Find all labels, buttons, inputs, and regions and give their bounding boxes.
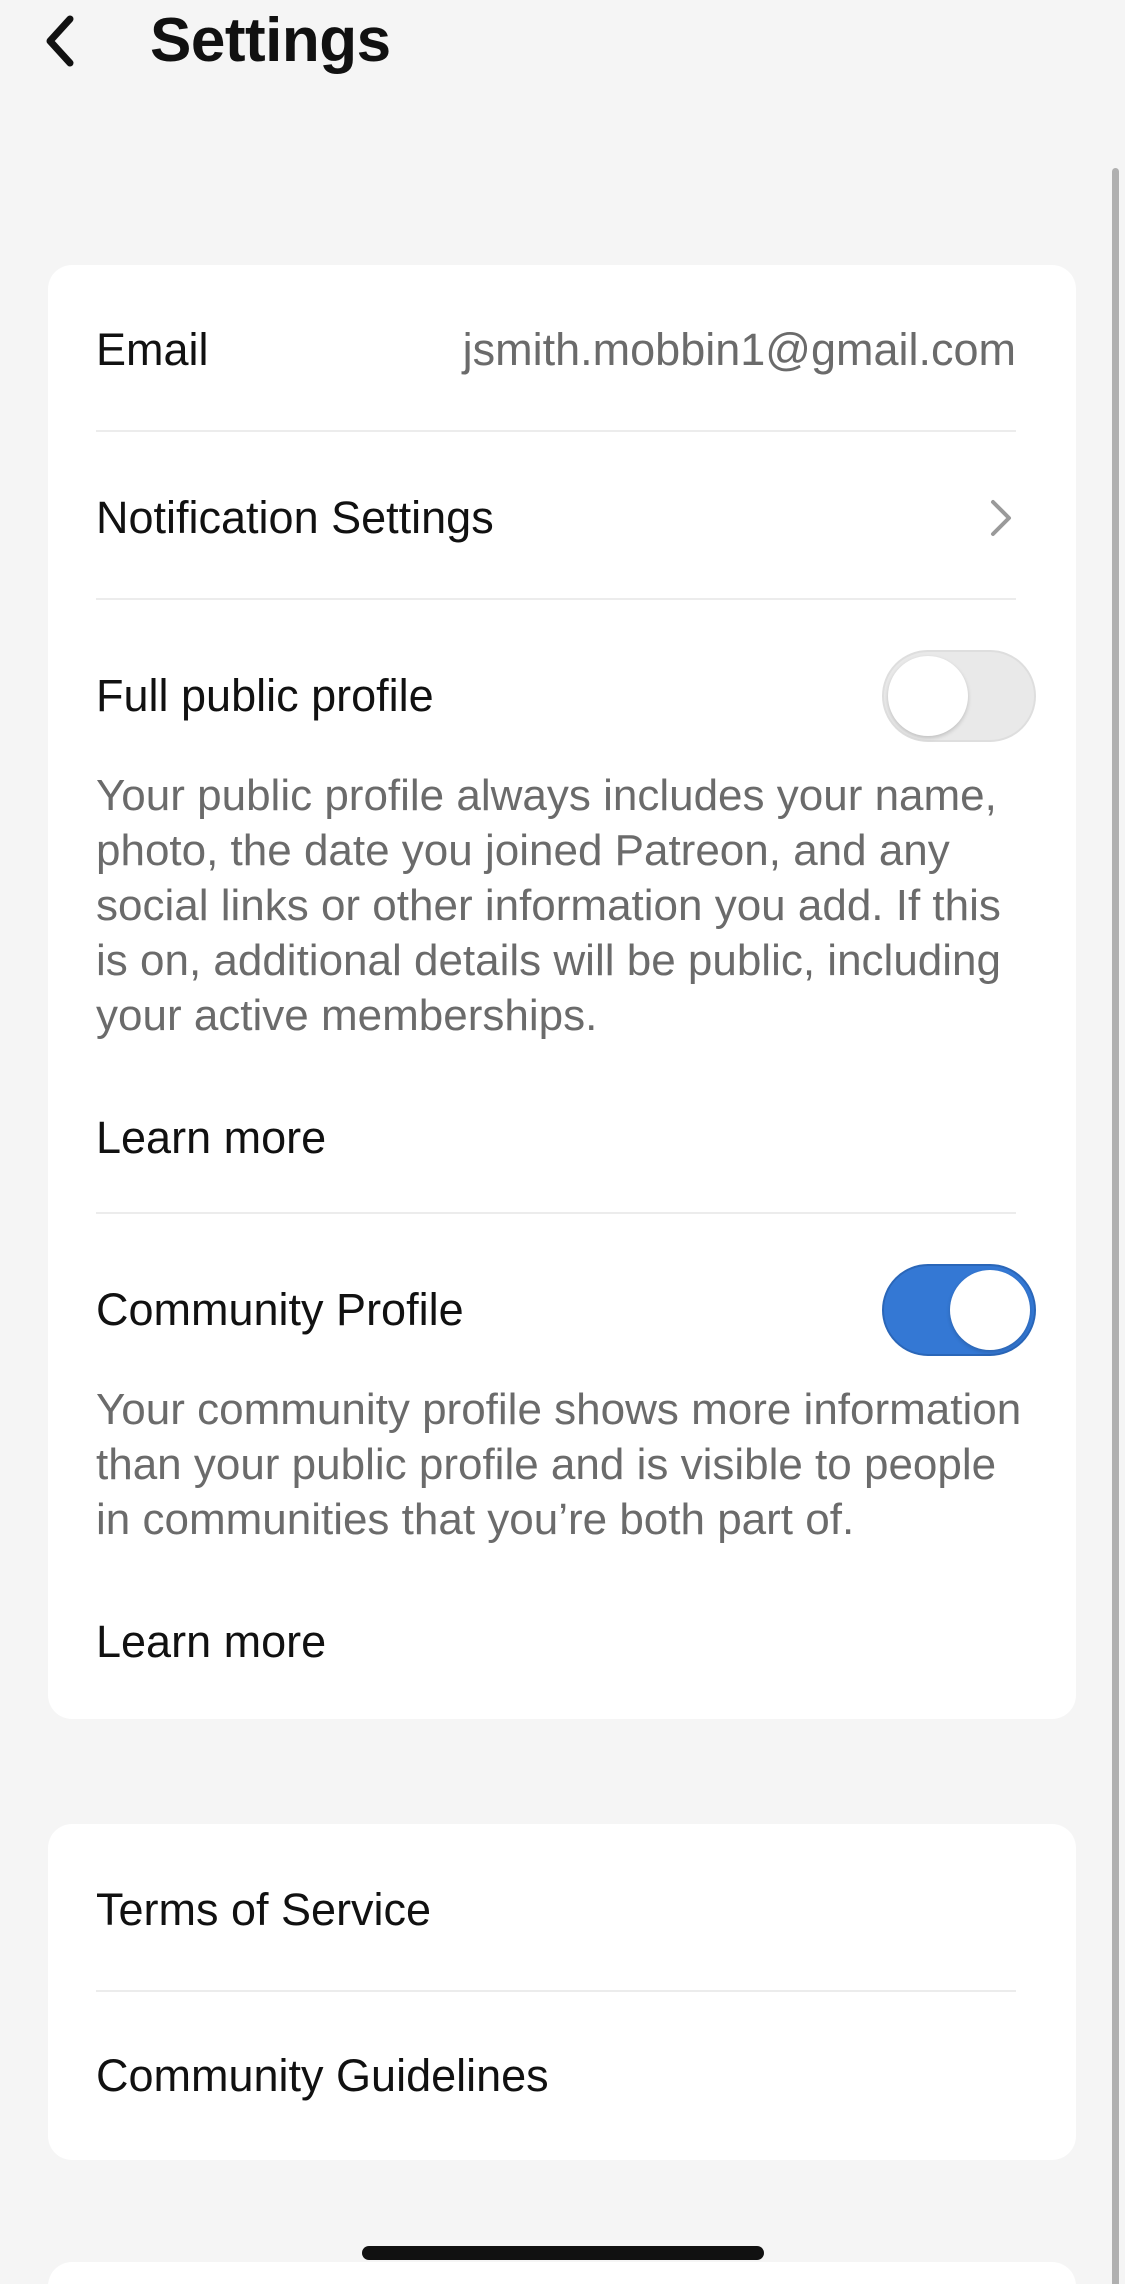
toggle-knob bbox=[888, 656, 968, 736]
email-row: Email jsmith.mobbin1@gmail.com bbox=[96, 312, 1016, 388]
toggle-knob bbox=[950, 1270, 1030, 1350]
community-profile-learn-more-link[interactable]: Learn more bbox=[96, 1614, 326, 1670]
divider bbox=[96, 1212, 1016, 1214]
full-public-profile-learn-more-link[interactable]: Learn more bbox=[96, 1110, 326, 1166]
community-profile-toggle[interactable] bbox=[882, 1264, 1036, 1356]
divider bbox=[96, 1990, 1016, 1992]
full-public-profile-row: Full public profile bbox=[96, 658, 1016, 734]
divider bbox=[96, 430, 1016, 432]
next-card bbox=[48, 2262, 1076, 2284]
scrollbar[interactable] bbox=[1112, 168, 1119, 2284]
notification-settings-row[interactable]: Notification Settings bbox=[96, 480, 1016, 556]
back-button[interactable] bbox=[30, 8, 90, 78]
chevron-right-icon bbox=[986, 496, 1016, 540]
community-profile-row: Community Profile bbox=[96, 1272, 1016, 1348]
page-title: Settings bbox=[150, 6, 391, 75]
settings-screen: Settings Email jsmith.mobbin1@gmail.com … bbox=[0, 0, 1125, 2284]
community-guidelines-row[interactable]: Community Guidelines bbox=[96, 2038, 1016, 2114]
email-value: jsmith.mobbin1@gmail.com bbox=[462, 324, 1016, 375]
terms-of-service-label: Terms of Service bbox=[96, 1884, 432, 1935]
home-indicator bbox=[362, 2246, 764, 2260]
community-profile-label: Community Profile bbox=[96, 1284, 464, 1335]
header: Settings bbox=[0, 0, 1125, 90]
full-public-profile-label: Full public profile bbox=[96, 670, 434, 721]
community-guidelines-label: Community Guidelines bbox=[96, 2050, 549, 2101]
community-profile-description: Your community profile shows more inform… bbox=[96, 1385, 1022, 1544]
chevron-left-icon bbox=[40, 13, 80, 74]
full-public-profile-description: Your public profile always includes your… bbox=[96, 771, 1001, 1040]
full-public-profile-toggle[interactable] bbox=[882, 650, 1036, 742]
notification-settings-label: Notification Settings bbox=[96, 492, 494, 543]
terms-of-service-row[interactable]: Terms of Service bbox=[96, 1872, 1016, 1948]
email-label: Email bbox=[96, 324, 209, 375]
divider bbox=[96, 598, 1016, 600]
